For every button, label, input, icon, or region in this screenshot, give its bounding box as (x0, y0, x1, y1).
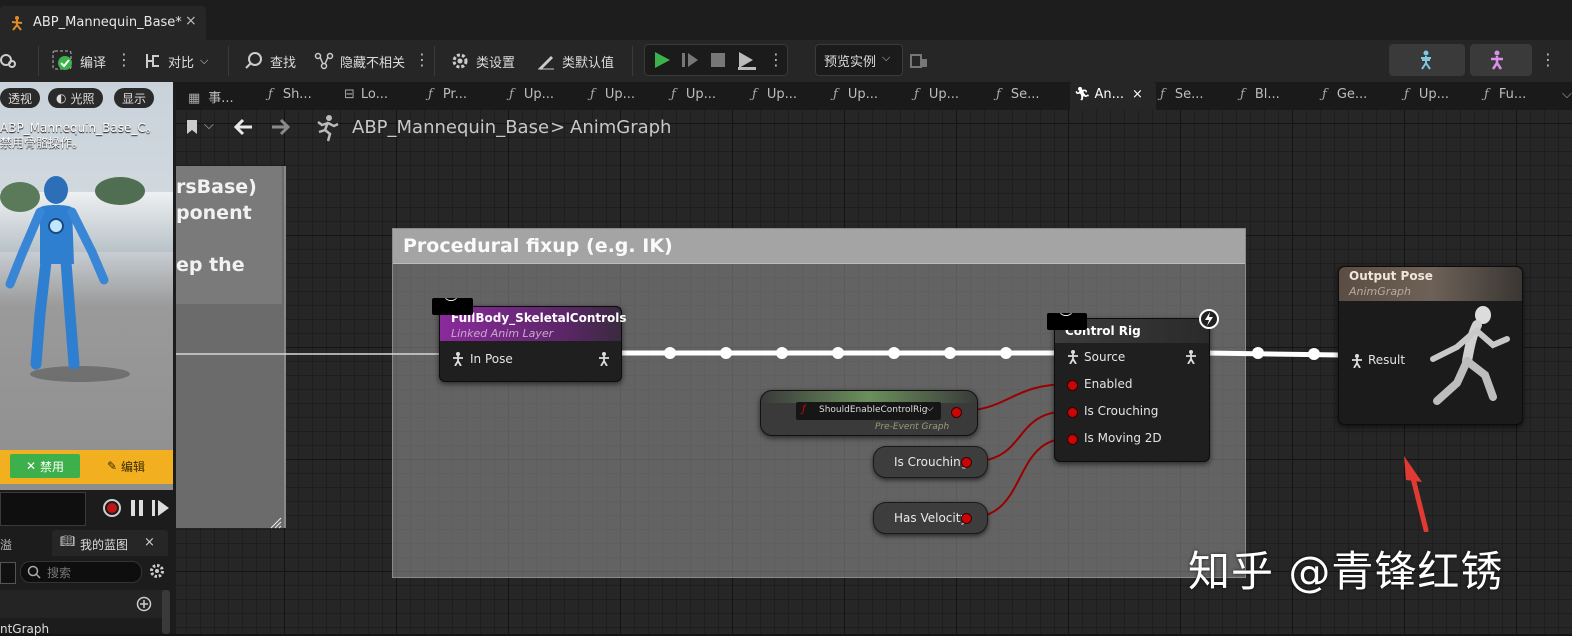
pose-wire (1206, 350, 1341, 358)
pause-icon[interactable] (130, 500, 144, 520)
output-pose-node[interactable]: Output Pose AnimGraph Result (1338, 266, 1523, 425)
node-title: Output Pose (1349, 269, 1433, 283)
pin-label: Enabled (1084, 377, 1133, 391)
bool-output-pin[interactable] (961, 457, 972, 468)
chevron-down-icon: ︶ (1060, 312, 1073, 326)
lit-button[interactable]: ◐ 光照 (48, 88, 103, 108)
bool-output-pin[interactable] (961, 513, 972, 524)
chevron-down-icon: ︶ (445, 297, 458, 311)
show-label: 显示 (122, 91, 147, 106)
panel-scrollbar[interactable] (162, 590, 170, 634)
pose-pin-icon[interactable] (1185, 349, 1197, 368)
close-tab-icon[interactable]: × (144, 535, 155, 550)
perspective-button[interactable]: 透视 (0, 88, 41, 108)
timeline-field[interactable] (0, 492, 86, 526)
lit-label: 光照 (70, 91, 95, 106)
collapse-toggle[interactable]: ︶ (1047, 312, 1087, 330)
running-mannequin-icon (1423, 301, 1519, 417)
pose-pin-icon[interactable] (1067, 349, 1079, 368)
add-icon[interactable] (136, 596, 152, 616)
pin-label: Source (1084, 350, 1126, 364)
disable-label: 禁用 (40, 459, 65, 474)
function-name: ShouldEnableControlRig (819, 405, 928, 415)
my-blueprint-tab[interactable]: 📖︎ 我的蓝图 × (52, 530, 168, 556)
book-icon: 📖︎ (60, 534, 76, 548)
pin-label: Is Crouching (1084, 404, 1159, 418)
pose-pin-icon[interactable] (1351, 353, 1363, 372)
has-velocity-variable-node[interactable]: Has Velocity (873, 502, 988, 534)
record-icon[interactable] (102, 498, 122, 522)
watermark: 知乎 @青锋红锈 (1188, 547, 1504, 596)
pose-pin-icon[interactable] (452, 351, 464, 370)
preview-viewport[interactable]: 透视 ◐ 光照 显示 ABP_Mannequin_Base_C。 禁用骨骼操作。 (0, 82, 173, 490)
node-subtitle: AnimGraph (1349, 285, 1412, 298)
variable-label: Has Velocity (894, 511, 968, 525)
bool-input-pin[interactable] (1067, 434, 1078, 445)
function-selector[interactable]: ƒ ShouldEnableControlRig ⌵ (796, 402, 941, 420)
show-button[interactable]: 显示 (114, 88, 155, 108)
annotation-arrow-icon (1404, 456, 1429, 532)
close-icon: ✕ (25, 459, 37, 473)
variable-label: Is Crouching (894, 455, 969, 469)
disable-button[interactable]: ✕ 禁用 (10, 454, 80, 478)
bool-input-pin[interactable] (1067, 380, 1078, 391)
search-input[interactable]: 搜索 (20, 561, 142, 583)
should-enable-control-rig-node[interactable]: ƒ ShouldEnableControlRig ⌵ Pre-Event Gra… (760, 390, 978, 436)
bool-input-pin[interactable] (1067, 407, 1078, 418)
collapse-toggle[interactable]: ︶ (432, 297, 473, 315)
step-forward-icon[interactable] (152, 500, 170, 520)
node-subtitle: Pre-Event Graph (875, 422, 950, 432)
bool-output-pin[interactable] (951, 407, 962, 418)
perspective-label: 透视 (8, 91, 33, 106)
viewport-note: 禁用骨骼操作。 (0, 136, 85, 150)
pose-pin-icon[interactable] (598, 351, 610, 370)
pin-label: Result (1368, 353, 1406, 367)
search-placeholder: 搜索 (47, 566, 72, 580)
is-crouching-variable-node[interactable]: Is Crouching (873, 446, 988, 478)
mannequin-figure (0, 174, 130, 388)
edit-label: 编辑 (121, 459, 146, 474)
add-dropdown-partial[interactable] (0, 562, 16, 584)
details-tab-partial[interactable]: 溢 (0, 536, 12, 553)
my-blueprint-label: 我的蓝图 (80, 538, 129, 552)
node-subtitle: Linked Anim Layer (451, 327, 554, 340)
pin-label: Is Moving 2D (1084, 431, 1162, 445)
pencil-icon: ✎ (106, 459, 118, 473)
control-rig-node[interactable]: Control Rig Source Enabled Is Crouching … (1054, 318, 1210, 462)
edit-button[interactable]: ✎ 编辑 (88, 454, 164, 478)
pin-label: In Pose (470, 352, 513, 366)
gear-icon[interactable] (148, 562, 166, 584)
function-icon: ƒ (802, 404, 806, 415)
search-icon (27, 564, 41, 583)
lit-icon: ◐ (56, 91, 67, 105)
chevron-down-icon: ⌵ (926, 403, 934, 414)
fast-path-icon (1198, 308, 1220, 334)
node-title: FullBody_SkeletalControls (451, 311, 627, 325)
fullbody-skeletal-controls-node[interactable]: FullBody_SkeletalControls Linked Anim La… (439, 306, 627, 382)
